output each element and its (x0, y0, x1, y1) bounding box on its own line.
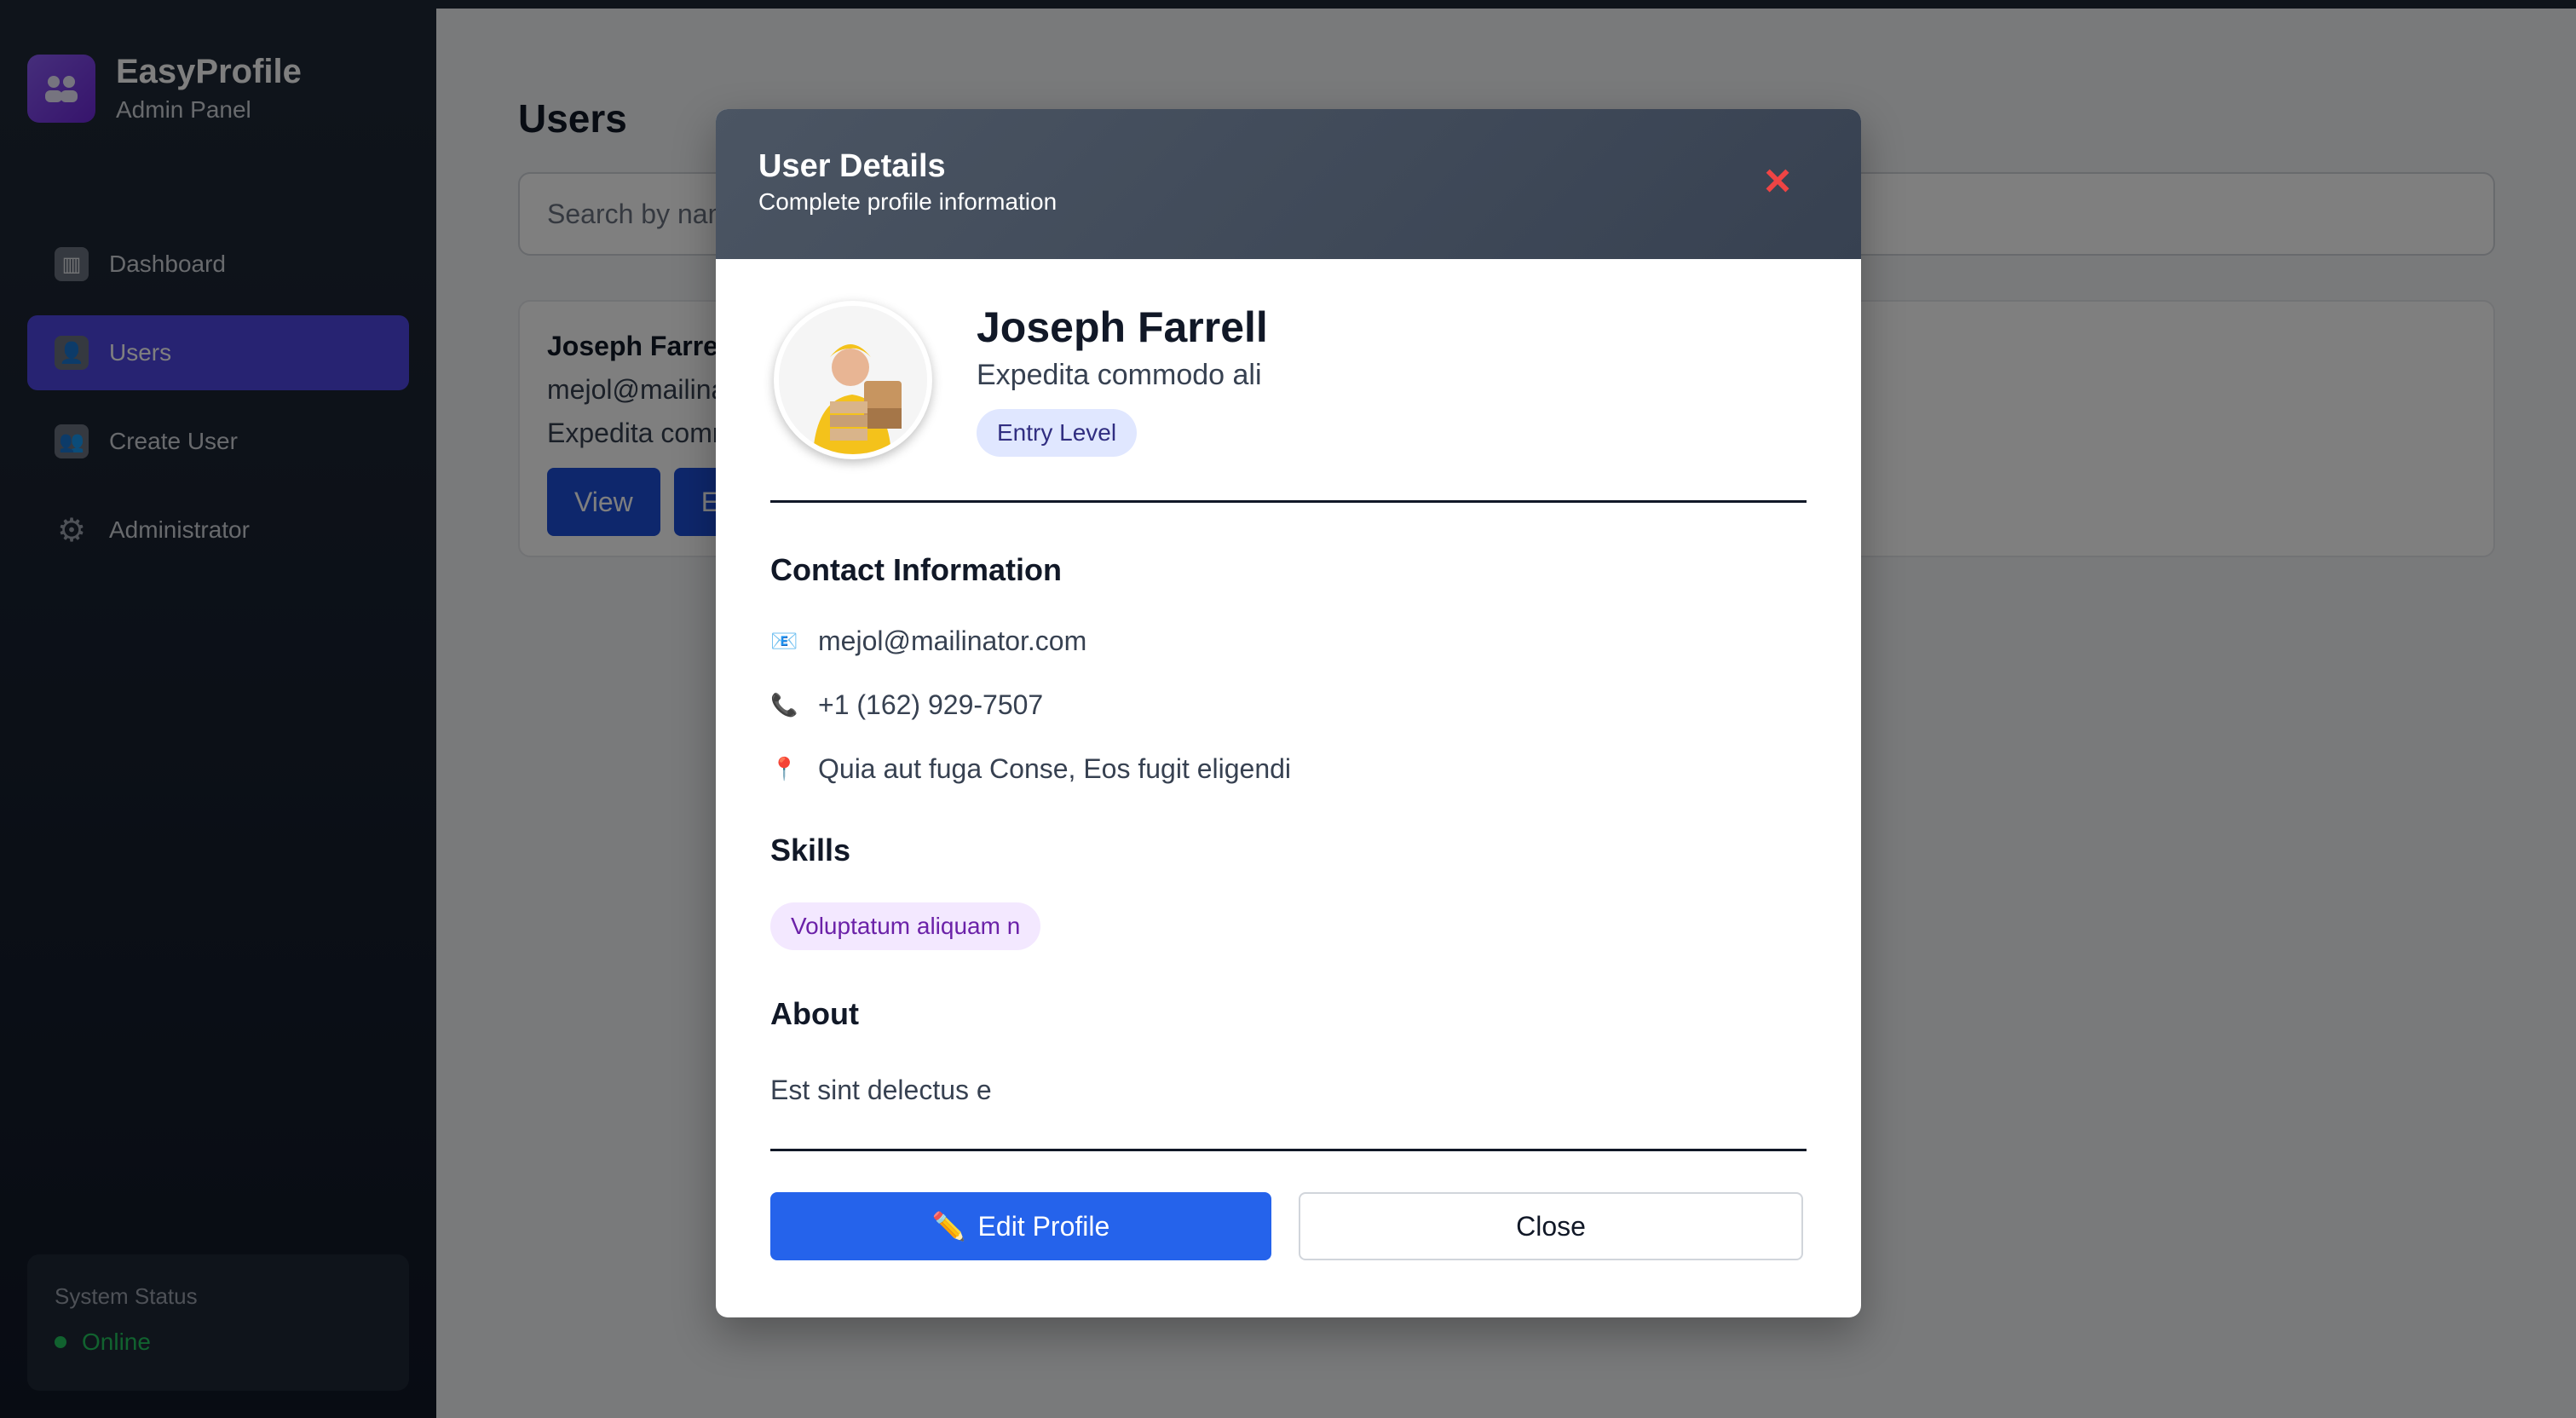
contact-phone: +1 (162) 929-7507 (818, 689, 1044, 720)
skills-section-title: Skills (770, 833, 851, 868)
phone-icon: 📞 (770, 692, 798, 718)
contact-phone-row: 📞 +1 (162) 929-7507 (770, 689, 1807, 721)
contact-address: Quia aut fuga Conse, Eos fugit eligendi (818, 753, 1292, 784)
avatar (774, 300, 932, 459)
edit-profile-label: Edit Profile (977, 1210, 1110, 1242)
contact-email-row: 📧 mejol@mailinator.com (770, 625, 1807, 657)
profile-summary: Joseph Farrell Expedita commodo ali Entr… (770, 259, 1807, 503)
skill-chip: Voluptatum aliquam n (770, 902, 1041, 950)
close-button[interactable]: Close (1299, 1192, 1803, 1260)
contact-section-title: Contact Information (770, 552, 1062, 587)
edit-profile-button[interactable]: ✏️ Edit Profile (770, 1192, 1271, 1260)
profile-role: Expedita commodo ali (977, 359, 1262, 391)
user-details-modal: User Details Complete profile informatio… (716, 109, 1861, 1317)
close-icon[interactable]: × (1754, 157, 1801, 205)
level-badge: Entry Level (977, 409, 1138, 457)
profile-name: Joseph Farrell (977, 303, 1268, 351)
envelope-icon: 📧 (770, 628, 798, 654)
about-text: Est sint delectus e (770, 1075, 1807, 1151)
contact-address-row: 📍 Quia aut fuga Conse, Eos fugit eligend… (770, 753, 1807, 785)
contact-email: mejol@mailinator.com (818, 625, 1087, 656)
about-section-title: About (770, 996, 859, 1031)
location-pin-icon: 📍 (770, 756, 798, 781)
modal-header: User Details Complete profile informatio… (716, 109, 1861, 259)
modal-title: User Details (758, 148, 946, 184)
modal-subtitle: Complete profile information (758, 188, 1057, 215)
pencil-icon: ✏️ (931, 1211, 966, 1242)
